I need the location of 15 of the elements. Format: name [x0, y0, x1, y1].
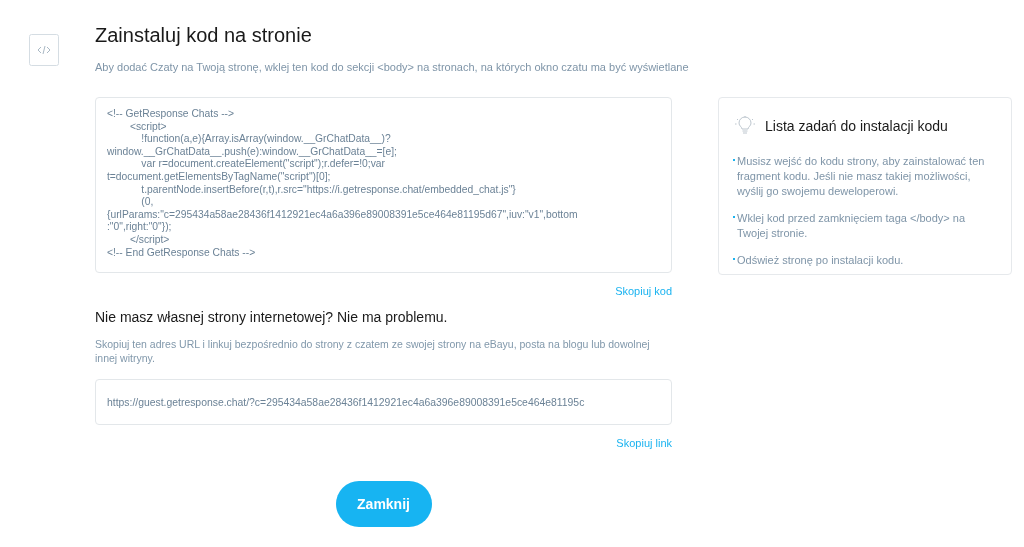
- checklist-title: Lista zadań do instalacji kodu: [765, 118, 948, 134]
- lightbulb-icon: [735, 116, 755, 136]
- copy-code-link[interactable]: Skopiuj kod: [615, 285, 672, 297]
- checklist-item: Wklej kod przed zamknięciem taga </body> na Twojej stronie.: [737, 211, 967, 241]
- copy-link-link[interactable]: Skopiuj link: [616, 437, 672, 449]
- section-heading: Nie masz własnej strony internetowej? Nie ma problemu.: [95, 309, 449, 325]
- dialog-subtitle: Aby dodać Czaty na Twoją stronę, wklej ten kod do sekcji <body> na stronach, na których okno czatu ma być wyświetlane: [95, 61, 690, 73]
- url-field[interactable]: https://guest.getresponse.chat/?c=295434a58ae28436f1412921ec4a6a396e89008391e5ce464e81195c: [95, 379, 672, 425]
- close-button[interactable]: Zamknij: [335, 481, 432, 527]
- checklist-item: Musisz wejść do kodu strony, aby zainstalować ten fragment kodu. Jeśli nie masz takiej możliwości, wyślij go swojemu deweloperowi.: [737, 154, 986, 199]
- checklist-item: Odśwież stronę po instalacji kodu.: [737, 253, 904, 268]
- code-snippet: <!-- GetResponse Chats --> <script> !function(a,e){Array.isArray(window.__GrChatData__)? window.__GrChatData__.push(e):window.__GrChatData__=[e]; var r=document.createElement("script");r.defer=!0;var t=document.getElementsByTagName("script")[0]; t.parentNode.insertBefore(r,t),r.src="https://i.getresponse.chat/embedded_chat.js"} (0, {urlParams:"c=295434a58ae28436f1412921ec4a6a396e89008391e5ce464e81195d67",iuv:"v1",bottom :"0",right:"0"}); </script> <!-- End GetResponse Chats -->: [95, 97, 672, 273]
- section-description: Skopiuj ten adres URL i linkuj bezpośrednio do strony z czatem ze swojej strony na eBayu, posta na blogu lub dowolnej innej witryny.: [95, 337, 651, 365]
- code-icon: [29, 34, 59, 66]
- dialog-title: Zainstaluj kod na stronie: [95, 24, 313, 47]
